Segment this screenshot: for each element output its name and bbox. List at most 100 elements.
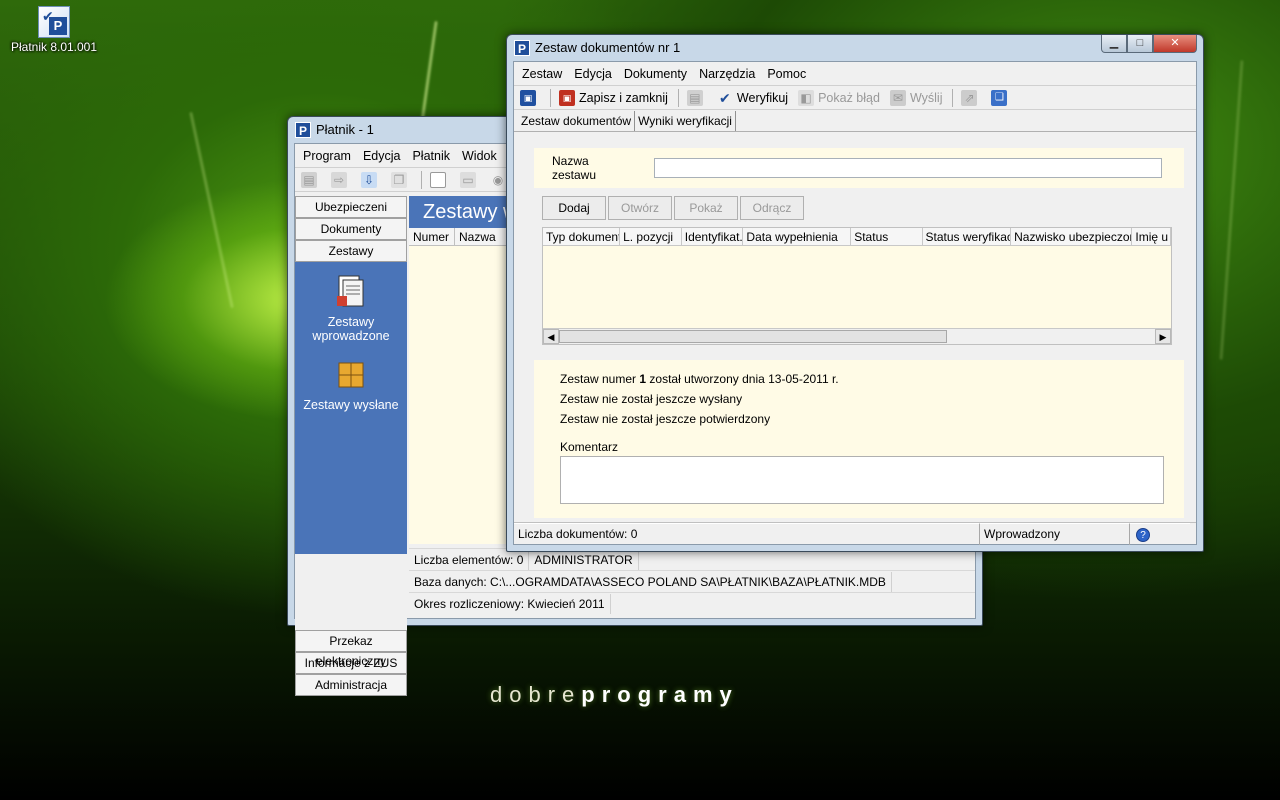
help-book-button[interactable]: ❑: [991, 89, 1011, 106]
tab-zestaw-dokumentow[interactable]: Zestaw dokumentów: [518, 111, 636, 131]
folder-icon: ▭: [460, 171, 476, 188]
menu-zestaw[interactable]: Zestaw: [522, 67, 562, 81]
nav-ubezpieczeni[interactable]: Ubezpieczeni: [295, 196, 407, 218]
col-numer[interactable]: Numer: [409, 228, 455, 245]
menu-program[interactable]: Program: [303, 149, 351, 163]
zestaw-dokumentow-window: P Zestaw dokumentów nr 1 ▁ □ ✕ Zestaw Ed…: [506, 34, 1204, 552]
detach-button[interactable]: Odrącz: [740, 196, 804, 220]
scroll-left-icon[interactable]: ◀: [543, 329, 559, 344]
set-number: 1: [639, 372, 647, 386]
not-sent-info: Zestaw nie został jeszcze wysłany: [560, 392, 743, 406]
documents-grid[interactable]: Typ dokumentu L. pozycji Identyfikat... …: [542, 227, 1172, 345]
name-label: Nazwa zestawu: [552, 154, 597, 182]
toolbar-separator: [550, 88, 551, 107]
toolbar-separator: [677, 88, 679, 107]
send-button[interactable]: ✉ Wyślij: [889, 89, 942, 106]
nav-item-label: Zestawy wysłane: [303, 398, 399, 412]
nav-item-zestawy-wprowadzone[interactable]: Zestawy wprowadzone: [295, 274, 407, 343]
copy-button[interactable]: ❐: [391, 171, 411, 188]
tab-wyniki-weryfikacji[interactable]: Wyniki weryfikacji: [635, 111, 736, 131]
status-area: Liczba elementów: 0 ADMINISTRATOR Baza d…: [409, 548, 975, 614]
print-button[interactable]: ▤: [686, 89, 707, 106]
col-identyfikator[interactable]: Identyfikat...: [682, 228, 744, 245]
export-button[interactable]: ⇗: [961, 89, 981, 106]
col-status[interactable]: Status: [851, 228, 923, 245]
scroll-right-icon[interactable]: ▶: [1155, 329, 1171, 344]
status-user: ADMINISTRATOR: [529, 549, 639, 570]
save-close-label: Zapisz i zamknij: [579, 90, 668, 105]
documents-set-icon: [337, 275, 364, 307]
menu-edycja[interactable]: Edycja: [363, 149, 401, 163]
col-status-weryfikacji[interactable]: Status weryfikacji: [923, 228, 1012, 245]
desktop-icon-label: Płatnik 8.01.001: [10, 40, 98, 54]
nav-item-zestawy-wyslane[interactable]: Zestawy wysłane: [295, 357, 407, 412]
minimize-button[interactable]: ▁: [1101, 35, 1127, 53]
maximize-button[interactable]: □: [1127, 35, 1153, 53]
name-input[interactable]: [654, 158, 1162, 178]
new-button[interactable]: [430, 171, 450, 188]
verify-label: Weryfikuj: [736, 90, 789, 105]
send-icon: ✉: [889, 89, 906, 106]
import-button[interactable]: ⇩: [361, 171, 381, 188]
col-l-pozycji[interactable]: L. pozycji: [620, 228, 682, 245]
tab-strip: Zestaw dokumentów Wyniki weryfikacji: [514, 110, 1196, 132]
help-icon[interactable]: ?: [1136, 528, 1150, 542]
print-button[interactable]: ▤: [301, 171, 321, 188]
horizontal-scrollbar[interactable]: ◀ ▶: [543, 328, 1171, 344]
new-document-icon: [430, 171, 446, 188]
menu-dokumenty[interactable]: Dokumenty: [624, 67, 687, 81]
nav-przekaz-elektroniczny[interactable]: Przekaz elektroniczny: [295, 630, 407, 668]
show-button[interactable]: Pokaż: [674, 196, 738, 220]
title-bar[interactable]: P Zestaw dokumentów nr 1 ▁ □ ✕: [507, 35, 1203, 61]
menu-narzedzia[interactable]: Narzędzia: [699, 67, 755, 81]
window-title: Zestaw dokumentów nr 1: [535, 40, 681, 55]
verify-button[interactable]: ✔ Weryfikuj: [717, 90, 788, 106]
scroll-thumb[interactable]: [559, 330, 947, 343]
open-button[interactable]: ▭: [460, 171, 480, 188]
nav-administracja[interactable]: Administracja: [295, 674, 407, 696]
status-element-count: Liczba elementów: 0: [409, 549, 530, 570]
status-period: Okres rozliczeniowy: Kwiecień 2011: [409, 593, 611, 614]
created-suffix: został utworzony dnia 13-05-2011 r.: [649, 372, 839, 386]
menu-platnik[interactable]: Płatnik: [412, 149, 450, 163]
save-button[interactable]: ▣: [520, 89, 540, 106]
status-doc-count: Liczba dokumentów: 0: [514, 523, 980, 545]
add-button[interactable]: Dodaj: [542, 196, 606, 220]
menu-pomoc[interactable]: Pomoc: [767, 67, 806, 81]
toolbar-separator: [421, 170, 422, 189]
menu-edycja[interactable]: Edycja: [574, 67, 612, 81]
brand-bold: programy: [581, 682, 739, 707]
col-typ-dokumentu[interactable]: Typ dokumentu: [543, 228, 621, 245]
document-buttons: Dodaj Otwórz Pokaż Odrącz: [542, 196, 806, 220]
created-prefix: Zestaw numer: [560, 372, 637, 386]
nav-zestawy[interactable]: Zestawy: [295, 240, 407, 262]
not-confirmed-info: Zestaw nie został jeszcze potwierdzony: [560, 412, 771, 426]
open-button[interactable]: Otwórz: [608, 196, 672, 220]
nav-item-label: Zestawy wprowadzone: [312, 315, 390, 343]
save-close-button[interactable]: ▣ Zapisz i zamknij: [559, 89, 668, 106]
created-info: Zestaw numer 1 został utworzony dnia 13-…: [560, 372, 839, 386]
nav-informacje-z-zus[interactable]: Informacje z ZUS: [295, 652, 407, 674]
checkmark-icon: ✔: [719, 89, 731, 106]
col-imie[interactable]: Imię u: [1132, 228, 1171, 245]
grid-header: Typ dokumentu L. pozycji Identyfikat... …: [543, 228, 1171, 246]
copy-icon: ❐: [391, 171, 407, 188]
left-navigation: Ubezpieczeni Dokumenty Zestawy Zestawy w…: [295, 196, 407, 696]
name-row: Nazwa zestawu: [534, 148, 1184, 188]
export-button[interactable]: ⇨: [331, 171, 351, 188]
toolbar: ▣ ▣ Zapisz i zamknij ▤ ✔ Weryfikuj ◧ Pokaż …: [514, 86, 1196, 110]
status-database: Baza danych: C:\...OGRAMDATA\ASSECO POLA…: [409, 571, 892, 592]
menu-widok[interactable]: Widok: [462, 149, 497, 163]
eye-icon: ◉: [492, 172, 504, 187]
nav-dokumenty[interactable]: Dokumenty: [295, 218, 407, 240]
comment-textarea[interactable]: [560, 456, 1164, 504]
set-info-panel: Zestaw numer 1 został utworzony dnia 13-…: [534, 360, 1184, 518]
show-error-button[interactable]: ◧ Pokaż błąd: [798, 89, 880, 106]
col-data-wypelnienia[interactable]: Data wypełnienia: [743, 228, 852, 245]
printer-icon: ▤: [301, 171, 317, 188]
show-error-label: Pokaż błąd: [818, 90, 880, 105]
close-button[interactable]: ✕: [1153, 35, 1197, 53]
export-icon: ⇨: [331, 171, 347, 188]
desktop-icon-platnik[interactable]: ✔ P Płatnik 8.01.001: [8, 6, 100, 54]
col-nazwisko-ubezpieczonego[interactable]: Nazwisko ubezpieczon...: [1011, 228, 1133, 245]
